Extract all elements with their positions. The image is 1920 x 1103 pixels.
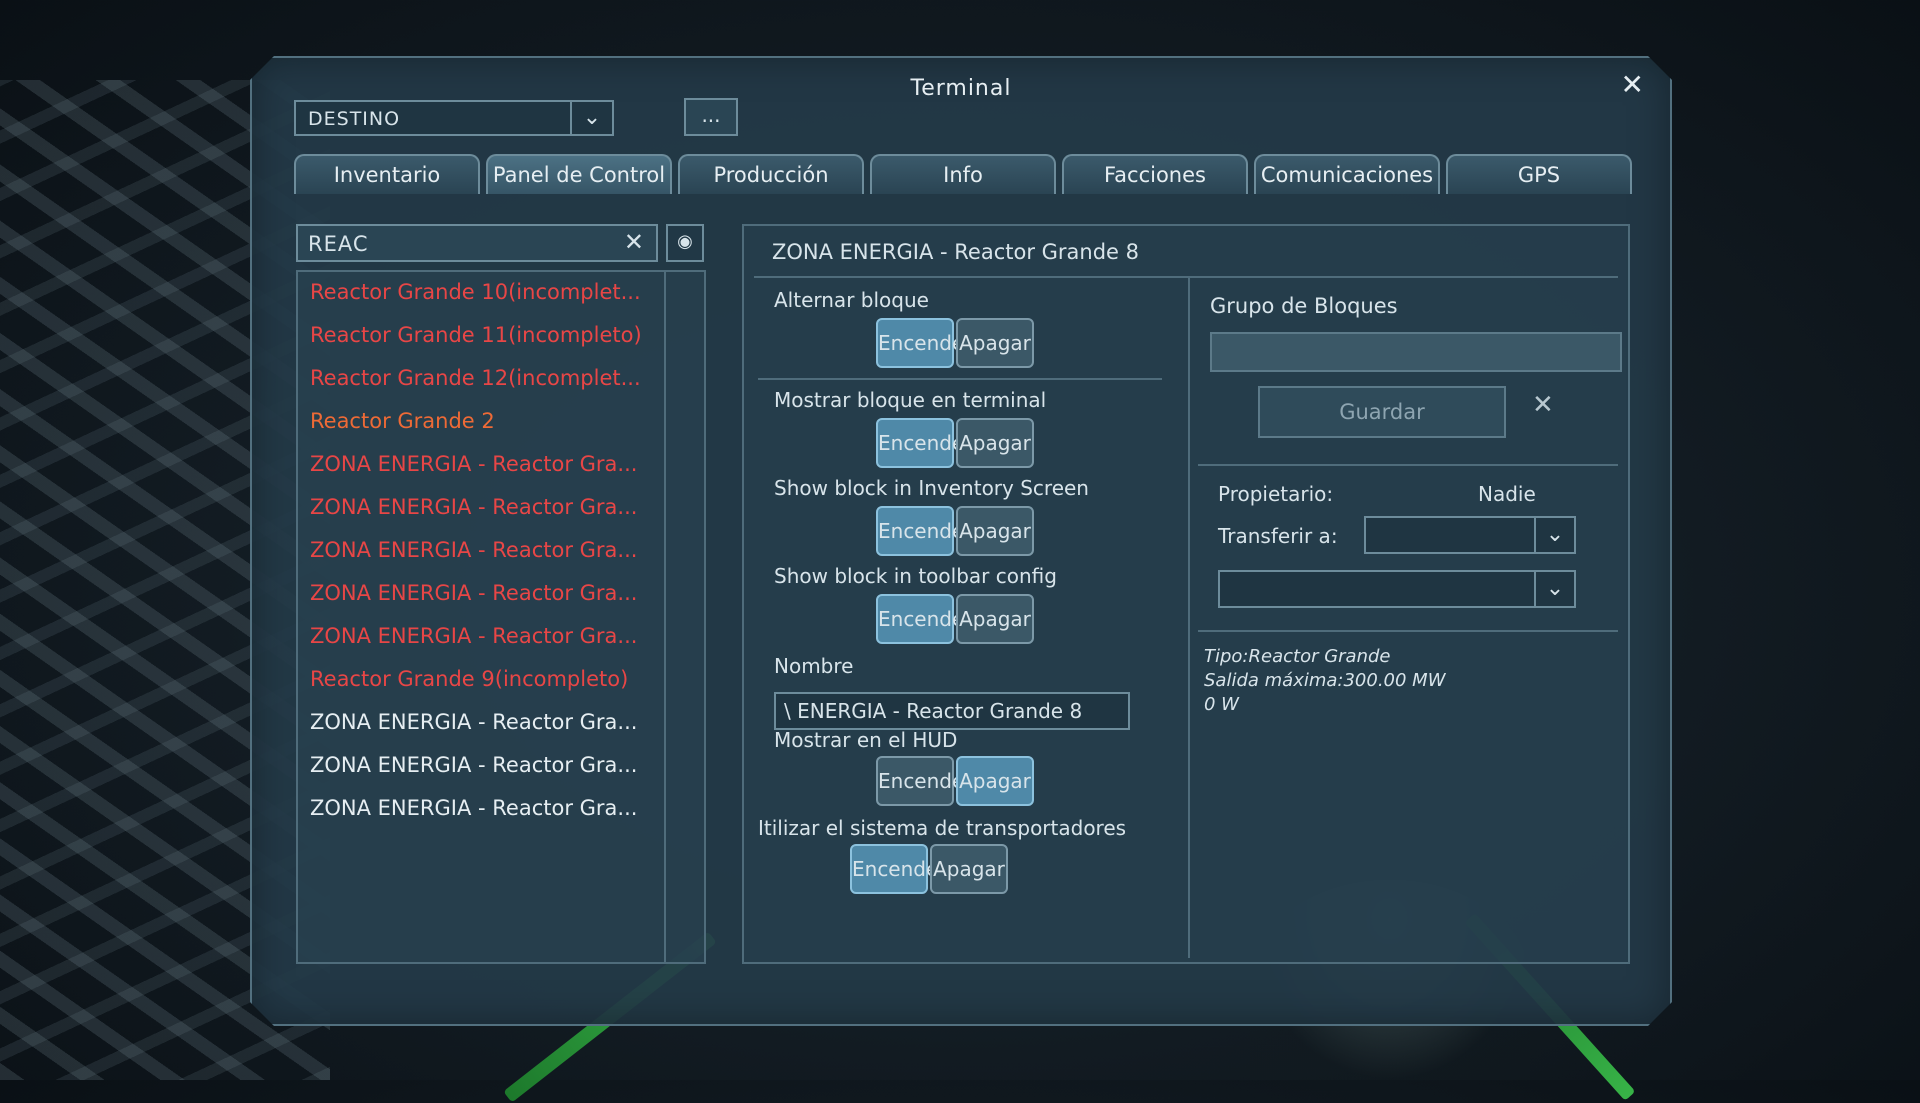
transfer-label: Transferir a:	[1218, 524, 1338, 548]
tab-produccion[interactable]: Producción	[678, 154, 864, 194]
off-button[interactable]: Apagar	[956, 318, 1034, 368]
divider	[754, 276, 1618, 278]
control-panel: ZONA ENERGIA - Reactor Grande 8 Alternar…	[742, 224, 1630, 964]
block-type: Tipo:Reactor Grande	[1204, 646, 1391, 667]
destination-value: DESTINO	[308, 108, 401, 130]
toggle-label: Mostrar en el HUD	[774, 728, 958, 752]
terminal-title: Terminal	[910, 76, 1012, 101]
tab-gps[interactable]: GPS	[1446, 154, 1632, 194]
owner-label: Propietario:	[1218, 482, 1334, 506]
on-button[interactable]: Encender	[876, 318, 954, 368]
on-button[interactable]: Encender	[876, 506, 954, 556]
tab-comunicaciones[interactable]: Comunicaciones	[1254, 154, 1440, 194]
list-item[interactable]: ZONA ENERGIA - Reactor Gra...	[310, 581, 670, 621]
terminal-window: Terminal ✕ DESTINO ⌄ ... Inventario Pane…	[250, 56, 1672, 1026]
name-label: Nombre	[774, 654, 854, 678]
delete-group-icon[interactable]: ✕	[1532, 390, 1554, 420]
list-item[interactable]: ZONA ENERGIA - Reactor Gra...	[310, 753, 670, 793]
tab-facciones[interactable]: Facciones	[1062, 154, 1248, 194]
divider	[1198, 630, 1618, 632]
divider	[1188, 278, 1190, 958]
toggle-label: Mostrar bloque en terminal	[774, 388, 1047, 412]
tab-panel-de-control[interactable]: Panel de Control	[486, 154, 672, 194]
block-list: Reactor Grande 10(incomplet... Reactor G…	[296, 270, 706, 964]
name-field[interactable]: \ ENERGIA - Reactor Grande 8	[774, 692, 1130, 730]
on-button[interactable]: Encender	[876, 594, 954, 644]
on-button[interactable]: Encender	[850, 844, 928, 894]
divider	[1198, 464, 1618, 466]
chevron-down-icon: ⌄	[1534, 518, 1574, 552]
owner-value: Nadie	[1478, 482, 1536, 506]
terminal-tabs: Inventario Panel de Control Producción I…	[294, 154, 1630, 194]
off-button[interactable]: Apagar	[930, 844, 1008, 894]
hide-blocks-icon[interactable]: ◉	[666, 224, 704, 262]
close-icon[interactable]: ✕	[1621, 68, 1644, 101]
off-button[interactable]: Apagar	[956, 506, 1034, 556]
toggle-label: Show block in Inventory Screen	[774, 476, 1089, 500]
block-group-input[interactable]	[1210, 332, 1622, 372]
block-max-output: Salida máxima:300.00 MW	[1204, 670, 1446, 691]
block-search-input[interactable]: REAC ✕	[296, 224, 658, 262]
tab-inventario[interactable]: Inventario	[294, 154, 480, 194]
list-item[interactable]: ZONA ENERGIA - Reactor Gra...	[310, 624, 670, 664]
list-item[interactable]: ZONA ENERGIA - Reactor Gra...	[310, 452, 670, 492]
tab-info[interactable]: Info	[870, 154, 1056, 194]
block-current-output: 0 W	[1204, 694, 1239, 715]
clear-search-icon[interactable]: ✕	[624, 228, 644, 256]
destination-dropdown[interactable]: DESTINO ⌄	[294, 100, 614, 136]
off-button[interactable]: Apagar	[956, 756, 1034, 806]
chevron-down-icon: ⌄	[570, 102, 612, 134]
chevron-down-icon: ⌄	[1534, 572, 1574, 606]
save-group-button[interactable]: Guardar	[1258, 386, 1506, 438]
transfer-dropdown[interactable]: ⌄	[1364, 516, 1576, 554]
list-item[interactable]: Reactor Grande 10(incomplet...	[310, 280, 670, 320]
list-item[interactable]: Reactor Grande 2	[310, 409, 670, 449]
off-button[interactable]: Apagar	[956, 594, 1034, 644]
share-dropdown[interactable]: ⌄	[1218, 570, 1576, 608]
toggle-label: Alternar bloque	[774, 288, 929, 312]
off-button[interactable]: Apagar	[956, 418, 1034, 468]
list-item[interactable]: ZONA ENERGIA - Reactor Gra...	[310, 538, 670, 578]
toggle-label: Itilizar el sistema de transportadores	[758, 816, 1127, 840]
selected-block-title: ZONA ENERGIA - Reactor Grande 8	[772, 240, 1140, 264]
list-item[interactable]: ZONA ENERGIA - Reactor Gra...	[310, 710, 670, 750]
more-options-button[interactable]: ...	[684, 98, 738, 136]
divider	[758, 378, 1162, 380]
on-button[interactable]: Encender	[876, 418, 954, 468]
list-item[interactable]: Reactor Grande 11(incompleto)	[310, 323, 670, 363]
list-item[interactable]: ZONA ENERGIA - Reactor Gra...	[310, 796, 670, 836]
on-button[interactable]: Encender	[876, 756, 954, 806]
list-item[interactable]: Reactor Grande 12(incomplet...	[310, 366, 670, 406]
list-item[interactable]: Reactor Grande 9(incompleto)	[310, 667, 670, 707]
list-item[interactable]: ZONA ENERGIA - Reactor Gra...	[310, 495, 670, 535]
block-group-title: Grupo de Bloques	[1210, 294, 1398, 318]
search-value: REAC	[308, 232, 369, 256]
toggle-label: Show block in toolbar config	[774, 564, 1057, 588]
